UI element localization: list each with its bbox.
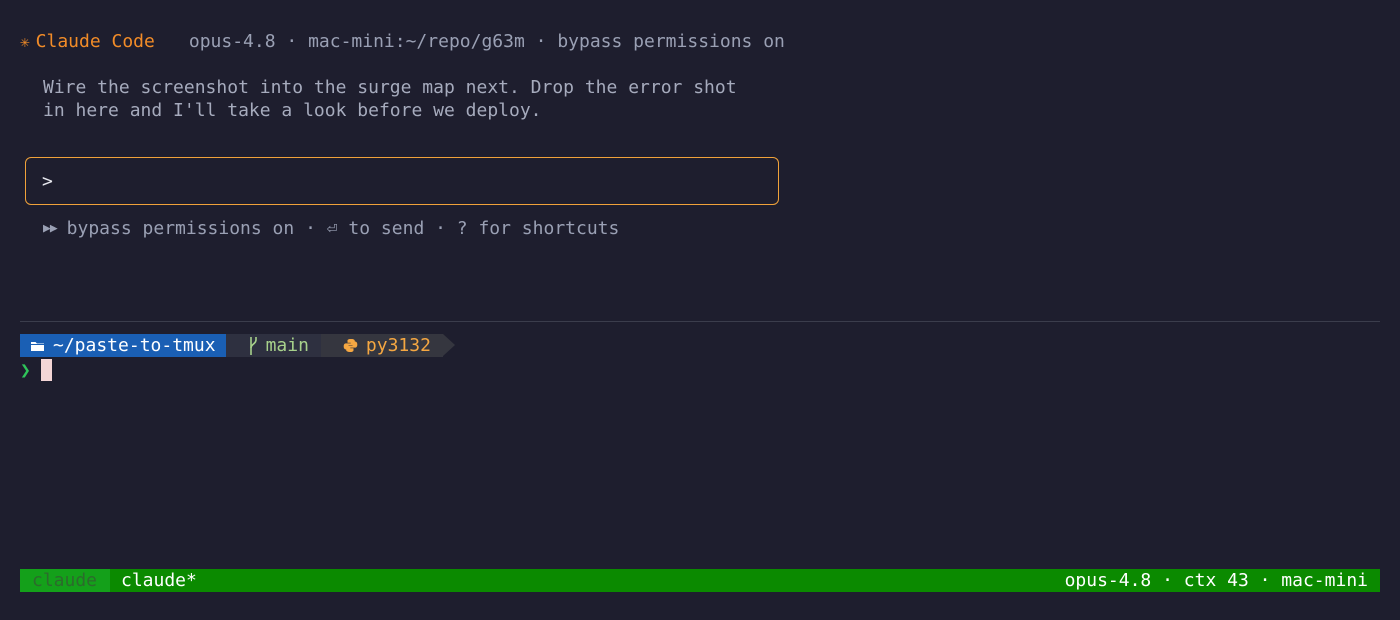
tmux-session-name[interactable]: claude (20, 569, 110, 592)
session-meta: opus-4.8 · mac-mini:~/repo/g63m · bypass… (188, 30, 785, 52)
shell-input-line[interactable]: ❯ (20, 358, 52, 382)
git-segment: main (225, 334, 334, 357)
app-title: Claude Code (35, 30, 155, 52)
directory-path: ~/paste-to-tmux (53, 335, 216, 356)
message-line-2: in here and I'll take a look before we d… (43, 100, 542, 121)
message-line-1: Wire the screenshot into the surge map n… (43, 77, 737, 98)
tmux-status-bar: claude claude* opus-4.8 · ctx 43 · mac-m… (20, 569, 1380, 592)
terminal-window: ✳ Claude Code opus-4.8 · mac-mini:~/repo… (0, 0, 1400, 620)
python-version: py3132 (365, 335, 431, 356)
python-segment: py3132 (320, 334, 455, 357)
assistant-message: Wire the screenshot into the surge map n… (43, 76, 737, 122)
shell-prompt-powerline: ~/paste-to-tmux main py3132 (20, 334, 455, 357)
claude-code-header: ✳ Claude Code opus-4.8 · mac-mini:~/repo… (20, 29, 785, 53)
prompt-input-box[interactable]: > (25, 157, 779, 205)
prompt-chevron-icon: ❯ (20, 359, 31, 381)
tmux-window-tab[interactable]: claude* (121, 570, 197, 591)
double-arrow-icon: ▶▶ (43, 220, 58, 236)
text-cursor (40, 359, 52, 381)
shortcut-hint: ▶▶ bypass permissions on · ⏎ to send · ?… (43, 216, 619, 240)
directory-segment: ~/paste-to-tmux (20, 334, 238, 357)
input-prompt-symbol: > (42, 170, 53, 192)
pane-divider[interactable] (20, 321, 1380, 322)
git-branch-icon (248, 336, 258, 356)
status-right-info: opus-4.8 · ctx 43 · mac-mini (1064, 570, 1368, 591)
hint-text: bypass permissions on · ⏎ to send · ? fo… (66, 217, 620, 239)
asterisk-icon: ✳ (20, 31, 30, 51)
python-icon (343, 338, 358, 353)
git-branch-name: main (265, 335, 309, 356)
folder-icon (30, 340, 45, 352)
